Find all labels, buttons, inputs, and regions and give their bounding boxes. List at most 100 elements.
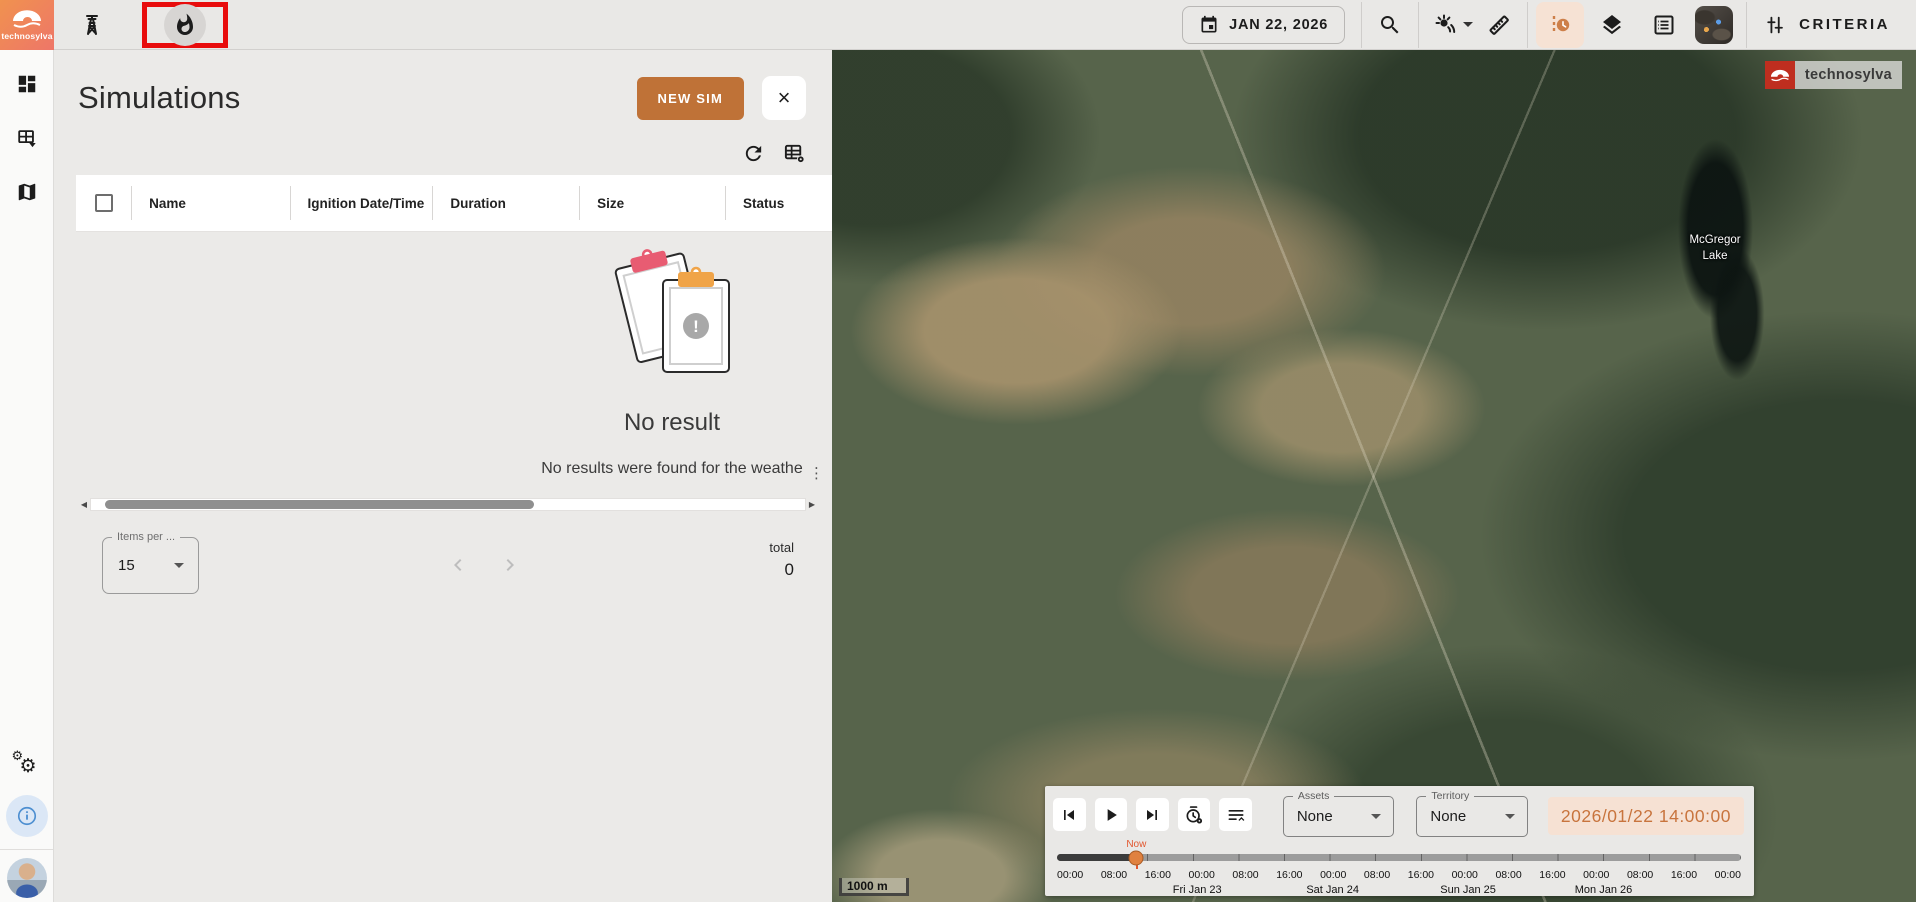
table-settings-button[interactable] [783, 142, 806, 165]
day-label: Fri Jan 23 [1173, 884, 1222, 896]
previous-page-button[interactable] [446, 553, 470, 577]
total-label: total [769, 540, 794, 555]
select-all-checkbox[interactable] [95, 194, 113, 212]
refresh-button[interactable] [742, 142, 765, 165]
sidebar-item-map[interactable] [7, 172, 47, 212]
tick-label: 00:00 [1320, 869, 1346, 881]
scroll-left-arrow[interactable]: ◀ [78, 500, 90, 509]
simulations-panel: Simulations NEW SIM × Name Ignition Date… [54, 50, 832, 902]
skip-to-end-button[interactable] [1136, 798, 1169, 831]
list-collapse-icon [1226, 805, 1246, 825]
map-canvas[interactable]: technosylva McGregor Lake 1000 m [832, 50, 1916, 902]
column-header-name[interactable]: Name [131, 186, 289, 220]
transmission-tower-button[interactable] [72, 5, 112, 45]
search-button[interactable] [1370, 5, 1410, 45]
tick-label: 08:00 [1101, 869, 1127, 881]
column-header-duration[interactable]: Duration [432, 186, 579, 220]
gear-icon: ⚙ [20, 755, 37, 777]
current-timestamp[interactable]: 2026/01/22 14:00:00 [1548, 797, 1744, 835]
close-icon: × [778, 87, 791, 109]
column-header-status[interactable]: Status [725, 186, 832, 220]
panel-header: Simulations NEW SIM × [54, 50, 832, 120]
day-label: Sat Jan 24 [1306, 884, 1359, 896]
search-icon [1378, 13, 1402, 37]
time-settings-button[interactable] [1178, 798, 1211, 831]
chevron-down-icon [1371, 814, 1381, 819]
map-watermark: technosylva [1765, 61, 1902, 89]
scroll-right-arrow[interactable]: ▶ [806, 500, 818, 509]
tick-label: 16:00 [1276, 869, 1302, 881]
tick-label: 08:00 [1627, 869, 1653, 881]
technosylva-logo-icon [1765, 61, 1795, 89]
skip-next-icon [1142, 805, 1162, 825]
divider [1527, 2, 1528, 48]
sidebar-item-tables[interactable] [7, 118, 47, 158]
filter-sliders-icon [1765, 14, 1787, 36]
basemap-switcher-button[interactable] [1694, 5, 1734, 45]
info-icon [16, 805, 38, 827]
map-icon [16, 181, 38, 203]
table-body: ! No result No results were found for th… [54, 232, 832, 497]
tick-label: 00:00 [1189, 869, 1215, 881]
divider [1746, 2, 1747, 48]
territory-select[interactable]: Territory None [1416, 796, 1528, 837]
pagination-footer: Items per ... 15 total 0 [54, 511, 832, 594]
timeline-track-zone: Now 00:0008:0016:0000:0008:0016:0000:000… [1057, 854, 1741, 902]
divider [1361, 2, 1362, 48]
tick-label: 16:00 [1145, 869, 1171, 881]
horizontal-scrollbar[interactable]: ◀ ▶ [78, 497, 818, 511]
divider [1418, 2, 1419, 48]
column-header-ignition[interactable]: Ignition Date/Time [290, 186, 433, 220]
now-label: Now [1126, 839, 1146, 850]
scrollbar-thumb[interactable] [105, 500, 533, 509]
items-per-page-value: 15 [118, 557, 135, 574]
next-page-button[interactable] [498, 553, 522, 577]
measure-button[interactable] [1479, 5, 1519, 45]
select-all-cell [76, 186, 131, 220]
user-menu[interactable] [0, 849, 53, 902]
fire-simulations-button[interactable] [164, 4, 206, 46]
empty-clipboards-illustration: ! [604, 240, 740, 388]
legend-icon [1652, 13, 1676, 37]
close-panel-button[interactable]: × [762, 76, 806, 120]
timeline-handle[interactable] [1129, 850, 1144, 865]
skip-to-start-button[interactable] [1053, 798, 1086, 831]
sensor-menu-button[interactable] [1427, 5, 1479, 45]
overflow-menu-icon[interactable]: ⋮ [809, 464, 824, 482]
column-header-size[interactable]: Size [579, 186, 725, 220]
sidebar-item-dashboard[interactable] [7, 64, 47, 104]
play-button[interactable] [1095, 798, 1128, 831]
tick-label: 00:00 [1715, 869, 1741, 881]
legend-button[interactable] [1644, 5, 1684, 45]
page-title: Simulations [78, 80, 240, 116]
empty-state-message: No results were found for the weathe [442, 460, 902, 478]
watermark-text: technosylva [1805, 67, 1892, 83]
layers-icon [1600, 13, 1624, 37]
criteria-button[interactable]: CRITERIA [1765, 14, 1890, 36]
pager [199, 553, 769, 577]
timeline-toggle-button-active[interactable] [1536, 2, 1584, 48]
dashboard-icon [16, 73, 38, 95]
day-label: Mon Jan 26 [1575, 884, 1632, 896]
territory-value: None [1430, 808, 1466, 825]
timeline-track[interactable] [1057, 854, 1741, 861]
tick-label: 08:00 [1495, 869, 1521, 881]
territory-label: Territory [1426, 790, 1474, 802]
day-label: Sun Jan 25 [1440, 884, 1496, 896]
app-logo[interactable]: technosylva [0, 0, 54, 50]
layers-button[interactable] [1592, 5, 1632, 45]
date-picker-button[interactable]: JAN 22, 2026 [1182, 6, 1345, 44]
transmission-tower-icon [80, 13, 104, 37]
timeline-list-button[interactable] [1219, 798, 1252, 831]
items-per-page-select[interactable]: Items per ... 15 [102, 537, 199, 594]
new-sim-button[interactable]: NEW SIM [637, 77, 744, 120]
scale-label: 1000 m [842, 879, 888, 893]
assets-select[interactable]: Assets None [1283, 796, 1395, 837]
logo-text: technosylva [1, 31, 52, 41]
play-icon [1101, 805, 1121, 825]
sidebar-bottom: ⚙ ⚙ [0, 753, 53, 902]
scrollbar-track[interactable] [90, 498, 806, 511]
settings-button[interactable]: ⚙ ⚙ [12, 753, 42, 781]
info-button[interactable] [6, 795, 48, 837]
timeline-elapsed-fill [1057, 854, 1136, 861]
